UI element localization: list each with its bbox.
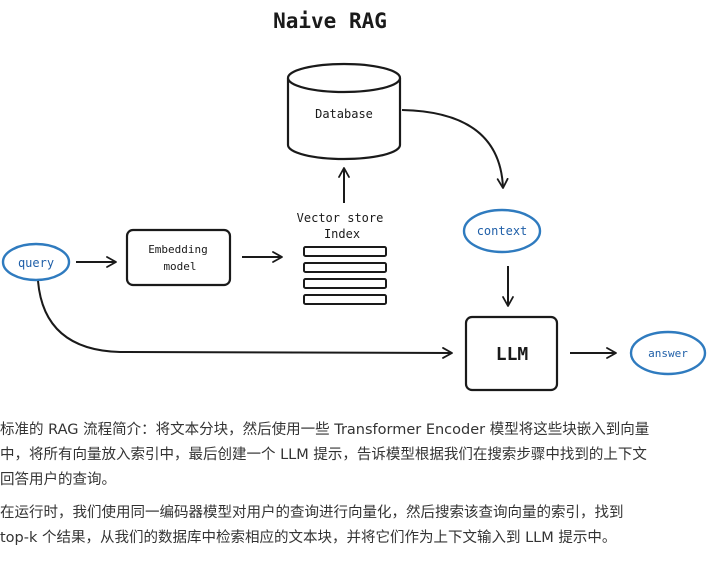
paragraph1-line2: 中，将所有向量放入索引中，最后创建一个 LLM 提示，告诉模型根据我们在搜索步骤…: [0, 447, 647, 463]
paragraph-runtime: 在运行时，我们使用同一编码器模型对用户的查询进行向量化，然后搜索该查询向量的索引…: [0, 501, 712, 551]
embedding-model-box: Embedding model: [125, 228, 232, 287]
query-node: query: [1, 242, 71, 282]
diagram-canvas: Naive RAG Database Vector store Index qu…: [1, 9, 707, 392]
paragraph-rag-overview: 标准的 RAG 流程简介：将文本分块，然后使用一些 Transformer En…: [0, 418, 712, 493]
vector-store-label-line1: Vector store: [297, 211, 384, 225]
paragraph2-line1: 在运行时，我们使用同一编码器模型对用户的查询进行向量化，然后搜索该查询向量的索引…: [0, 505, 624, 521]
naive-rag-diagram: Naive RAG Database Vector store Index qu…: [0, 0, 712, 400]
article-text: 标准的 RAG 流程简介：将文本分块，然后使用一些 Transformer En…: [0, 418, 712, 559]
answer-node: answer: [629, 330, 707, 376]
vector-store-index: [303, 246, 387, 305]
llm-label: LLM: [496, 344, 529, 365]
arrow-query-to-llm: [37, 280, 453, 359]
llm-box: LLM: [464, 315, 559, 392]
embedding-label-line1: Embedding: [148, 243, 208, 256]
arrow-database-to-context: [401, 109, 509, 189]
vector-store-label-line2: Index: [324, 227, 360, 241]
paragraph2-line2: top-k 个结果，从我们的数据库中检索相应的文本块，并将它们作为上下文输入到 …: [0, 530, 617, 546]
embedding-label-line2: model: [163, 260, 196, 273]
paragraph1-line3: 回答用户的查询。: [0, 472, 116, 488]
paragraph1-line1: 标准的 RAG 流程简介：将文本分块，然后使用一些 Transformer En…: [0, 422, 650, 438]
diagram-title: Naive RAG: [273, 9, 387, 33]
context-node: context: [462, 208, 542, 254]
database-cylinder: Database: [286, 62, 402, 161]
context-label: context: [477, 224, 528, 238]
query-label: query: [18, 256, 54, 270]
database-label: Database: [315, 107, 373, 121]
answer-label: answer: [648, 347, 688, 360]
